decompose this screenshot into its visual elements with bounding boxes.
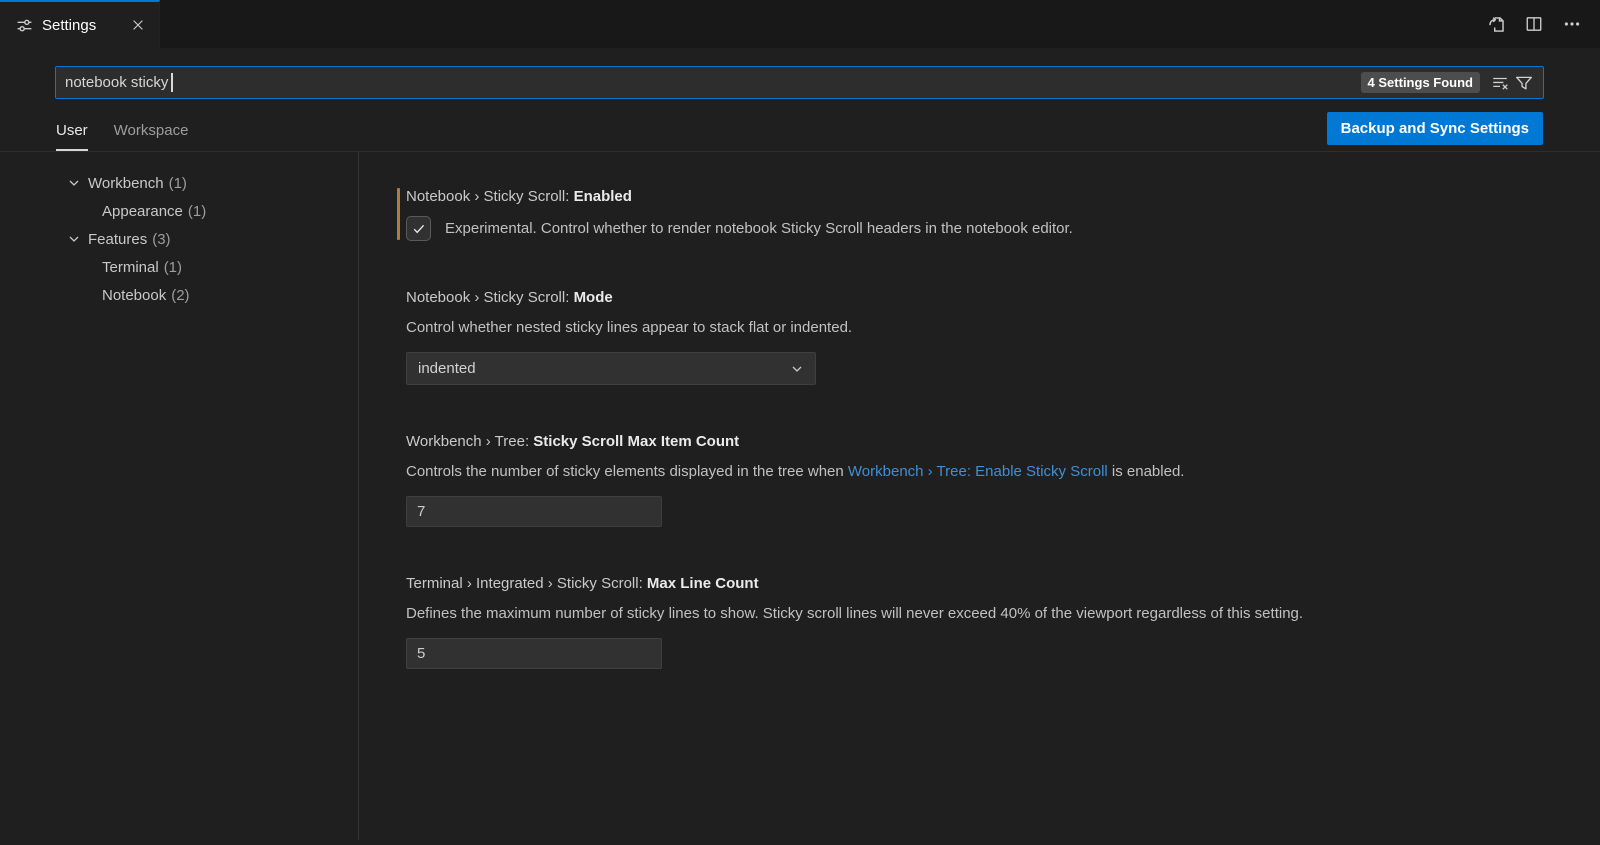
mode-select[interactable]: indented [406, 352, 816, 385]
max-line-count-input[interactable] [406, 638, 662, 669]
toc-item-notebook[interactable]: Notebook (2) [0, 281, 358, 309]
setting-terminal-sticky-scroll-max-line-count: Terminal › Integrated › Sticky Scroll: M… [406, 574, 1560, 669]
setting-description: Controls the number of sticky elements d… [406, 462, 1560, 481]
chevron-down-icon[interactable] [66, 175, 82, 191]
select-value: indented [418, 360, 476, 377]
settings-search-input[interactable]: notebook sticky 4 Settings Found [55, 66, 1544, 99]
filter-icon[interactable] [1512, 71, 1536, 95]
settings-header: notebook sticky 4 Settings Found User Wo… [0, 48, 1600, 151]
settings-sliders-icon [16, 17, 33, 34]
toc-item-features[interactable]: Features (3) [0, 225, 358, 253]
text-caret [171, 73, 173, 92]
setting-description: Experimental. Control whether to render … [445, 220, 1073, 237]
setting-notebook-sticky-scroll-mode: Notebook › Sticky Scroll: Mode Control w… [406, 288, 1560, 385]
results-count-badge: 4 Settings Found [1361, 72, 1480, 93]
editor-actions [1482, 0, 1586, 48]
checkbox-checked[interactable] [406, 216, 431, 241]
tab-user[interactable]: User [56, 122, 88, 151]
setting-description: Defines the maximum number of sticky lin… [406, 604, 1560, 623]
toc-item-workbench[interactable]: Workbench (1) [0, 169, 358, 197]
toc-count: (2) [171, 287, 189, 304]
toc-item-appearance[interactable]: Appearance (1) [0, 197, 358, 225]
open-settings-json-icon[interactable] [1482, 10, 1510, 38]
toc-item-terminal[interactable]: Terminal (1) [0, 253, 358, 281]
max-item-count-input[interactable] [406, 496, 662, 527]
split-editor-icon[interactable] [1520, 10, 1548, 38]
setting-notebook-sticky-scroll-enabled: Notebook › Sticky Scroll: Enabled Experi… [406, 187, 1560, 241]
setting-title: Terminal › Integrated › Sticky Scroll: M… [406, 574, 1560, 593]
setting-link-enable-sticky-scroll[interactable]: Workbench › Tree: Enable Sticky Scroll [848, 463, 1108, 480]
setting-title: Workbench › Tree: Sticky Scroll Max Item… [406, 432, 1560, 451]
settings-toc: Workbench (1) Appearance (1) Features (3… [0, 152, 358, 840]
setting-title: Notebook › Sticky Scroll: Enabled [406, 187, 1560, 206]
close-icon[interactable] [127, 14, 149, 36]
chevron-down-icon[interactable] [66, 231, 82, 247]
toc-count: (1) [169, 175, 187, 192]
chevron-down-icon [789, 361, 805, 377]
tab-title: Settings [42, 17, 118, 34]
backup-sync-settings-button[interactable]: Backup and Sync Settings [1327, 112, 1543, 145]
more-actions-icon[interactable] [1558, 10, 1586, 38]
tab-strip: Settings [0, 0, 1600, 48]
setting-tree-sticky-scroll-max-item-count: Workbench › Tree: Sticky Scroll Max Item… [406, 432, 1560, 527]
toc-count: (1) [164, 259, 182, 276]
search-value: notebook sticky [65, 74, 168, 91]
toc-count: (1) [188, 203, 206, 220]
toc-count: (3) [152, 231, 170, 248]
settings-list: Notebook › Sticky Scroll: Enabled Experi… [359, 152, 1600, 840]
setting-title: Notebook › Sticky Scroll: Mode [406, 288, 1560, 307]
tab-workspace[interactable]: Workspace [114, 122, 189, 151]
scope-tabs: User Workspace Backup and Sync Settings [55, 112, 1544, 151]
clear-search-icon[interactable] [1488, 71, 1512, 95]
tab-settings[interactable]: Settings [0, 0, 160, 48]
setting-description: Control whether nested sticky lines appe… [406, 318, 1560, 337]
